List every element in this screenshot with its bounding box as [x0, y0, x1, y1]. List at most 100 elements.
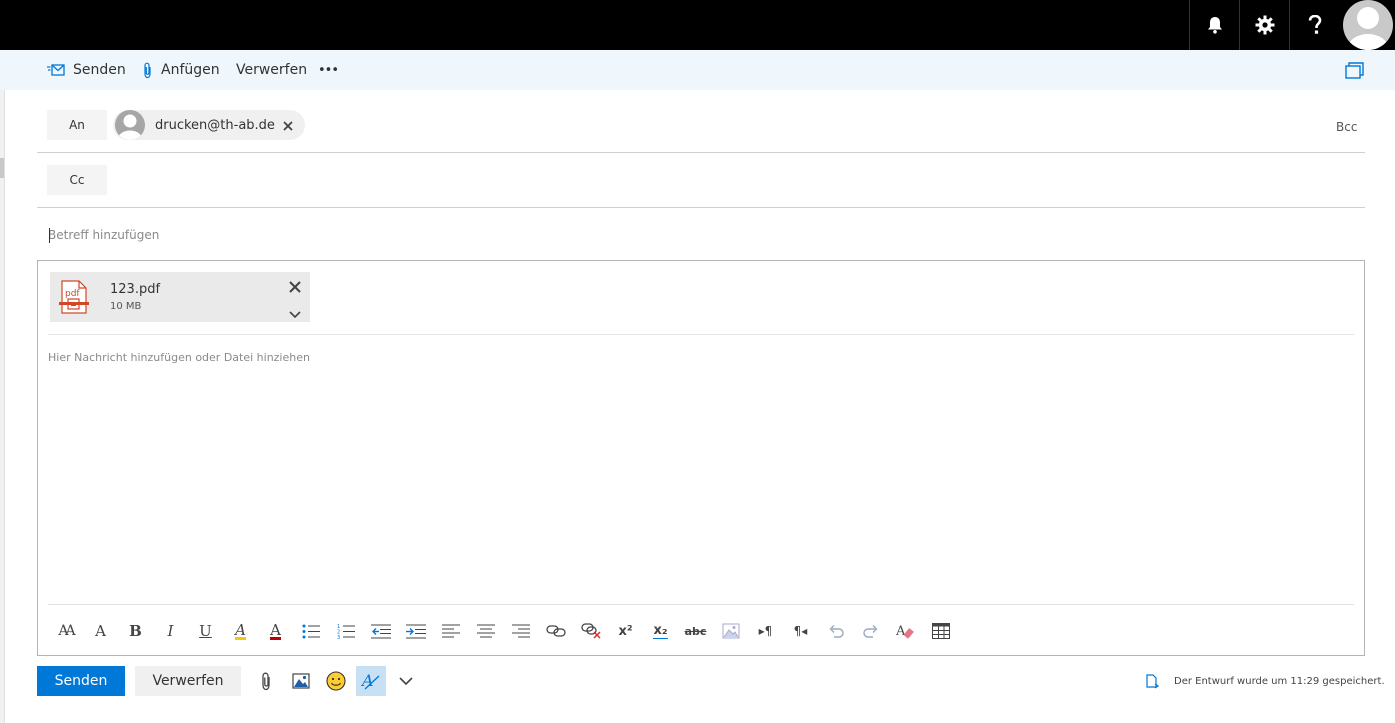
- draft-saved-status: Der Entwurf wurde um 11:29 gespeichert.: [1145, 674, 1385, 689]
- font-size-button[interactable]: AA: [48, 616, 83, 646]
- question-mark-icon: [1308, 15, 1322, 34]
- bold-button[interactable]: B: [118, 616, 153, 646]
- emoji-button[interactable]: [321, 666, 351, 696]
- redo-button[interactable]: [853, 616, 888, 646]
- insert-image-button[interactable]: [713, 616, 748, 646]
- attach-command-label: Anfügen: [161, 62, 220, 78]
- recipient-chip[interactable]: drucken@th-ab.de: [113, 110, 305, 140]
- bcc-button[interactable]: Bcc: [1336, 120, 1357, 134]
- chevron-down-icon: [289, 311, 301, 319]
- subscript-button[interactable]: x₂: [643, 616, 678, 646]
- compose-footer: Senden Verwerfen A Der Entwurf wurde um …: [0, 666, 1395, 698]
- draft-saved-text: Der Entwurf wurde um 11:29 gespeichert.: [1174, 676, 1385, 687]
- align-right-button[interactable]: [503, 616, 538, 646]
- highlight-icon: A: [235, 620, 246, 640]
- divider: [37, 152, 1365, 153]
- bullets-button[interactable]: [293, 616, 328, 646]
- eraser-icon: A: [896, 624, 914, 639]
- picture-icon: [722, 623, 739, 639]
- align-left-button[interactable]: [433, 616, 468, 646]
- font-color-button[interactable]: A: [258, 616, 293, 646]
- bcc-label: Bcc: [1336, 120, 1358, 134]
- send-button[interactable]: Senden: [37, 666, 125, 696]
- clear-formatting-button[interactable]: A: [888, 616, 923, 646]
- person-icon: [1348, 7, 1388, 50]
- align-center-icon: [476, 624, 495, 638]
- remove-recipient-button[interactable]: [281, 118, 295, 137]
- message-body-editor[interactable]: pdf 123.pdf 10 MB Hier Nachricht hinzufü…: [37, 260, 1365, 656]
- command-bar: Senden Anfügen Verwerfen •••: [0, 50, 1395, 90]
- insert-link-button[interactable]: [538, 616, 573, 646]
- pdf-file-icon: pdf: [59, 280, 89, 314]
- remove-link-button[interactable]: [573, 616, 608, 646]
- notifications-button[interactable]: [1189, 0, 1240, 50]
- bulleted-list-icon: [302, 624, 320, 638]
- recipient-avatar: [115, 110, 145, 140]
- decrease-indent-icon: [370, 624, 391, 638]
- align-left-icon: [441, 624, 460, 638]
- subscript-icon: x₂: [653, 623, 668, 639]
- to-button[interactable]: An: [47, 110, 107, 140]
- svg-text:3: 3: [337, 635, 340, 639]
- attachment-name: 123.pdf: [110, 282, 161, 297]
- undo-icon: [829, 625, 844, 638]
- help-button[interactable]: [1289, 0, 1340, 50]
- discard-button-label: Verwerfen: [152, 673, 224, 689]
- discard-command-button[interactable]: Verwerfen: [236, 50, 307, 90]
- close-icon: [289, 281, 301, 293]
- insert-picture-button[interactable]: [286, 666, 316, 696]
- paperclip-icon: [144, 62, 151, 78]
- formatting-toggle-button[interactable]: A: [356, 666, 386, 696]
- discard-button[interactable]: Verwerfen: [135, 666, 241, 696]
- undo-button[interactable]: [818, 616, 853, 646]
- more-options-dropdown[interactable]: [391, 666, 421, 696]
- subject-input[interactable]: Betreff hinzufügen: [48, 228, 159, 242]
- left-edge-marker: [0, 158, 4, 178]
- highlight-button[interactable]: A: [223, 616, 258, 646]
- numbering-button[interactable]: 1 2 3: [328, 616, 363, 646]
- link-icon: [545, 625, 566, 637]
- left-to-right-button[interactable]: ▸¶: [748, 616, 783, 646]
- person-icon: [118, 114, 142, 140]
- grow-font-icon: A: [95, 622, 106, 640]
- send-mail-icon: [47, 64, 65, 76]
- insert-table-button[interactable]: [923, 616, 958, 646]
- pop-out-window-icon: [1345, 61, 1364, 79]
- text-cursor: [49, 228, 50, 243]
- font-color-icon: A: [270, 620, 281, 640]
- underline-icon: U: [199, 622, 212, 640]
- italic-icon: I: [167, 622, 174, 640]
- bell-icon: [1208, 17, 1222, 34]
- format-text-icon: A: [361, 671, 380, 690]
- right-to-left-button[interactable]: ¶◂: [783, 616, 818, 646]
- superscript-button[interactable]: x²: [608, 616, 643, 646]
- font-size-icon: AA: [58, 623, 75, 639]
- unlink-icon: [580, 623, 601, 639]
- left-edge-strip: [0, 90, 5, 723]
- formatting-toolbar: AA A B I U A A 1 2 3 x² x₂ abc ▸¶ ¶◂ A: [48, 616, 958, 646]
- attach-command-button[interactable]: Anfügen: [142, 50, 220, 90]
- user-avatar[interactable]: [1343, 0, 1393, 50]
- strikethrough-button[interactable]: abc: [678, 616, 713, 646]
- attachment-card[interactable]: pdf 123.pdf 10 MB: [50, 272, 310, 322]
- settings-button[interactable]: [1239, 0, 1290, 50]
- smiley-face-icon: [326, 671, 346, 691]
- attachment-options-button[interactable]: [289, 304, 301, 323]
- grow-font-button[interactable]: A: [83, 616, 118, 646]
- pop-out-button[interactable]: [1345, 50, 1372, 90]
- decrease-indent-button[interactable]: [363, 616, 398, 646]
- bold-icon: B: [129, 622, 142, 640]
- subject-placeholder: Betreff hinzufügen: [48, 228, 160, 242]
- more-options-button[interactable]: •••: [318, 50, 339, 90]
- underline-button[interactable]: U: [188, 616, 223, 646]
- remove-attachment-button[interactable]: [288, 279, 302, 298]
- attach-file-button[interactable]: [251, 666, 281, 696]
- cc-button[interactable]: Cc: [47, 165, 107, 195]
- table-icon: [931, 623, 950, 639]
- increase-indent-button[interactable]: [398, 616, 433, 646]
- paperclip-icon: [262, 672, 270, 690]
- send-command-button[interactable]: Senden: [47, 50, 126, 90]
- align-center-button[interactable]: [468, 616, 503, 646]
- italic-button[interactable]: I: [153, 616, 188, 646]
- format-toolbar-divider: [48, 604, 1354, 605]
